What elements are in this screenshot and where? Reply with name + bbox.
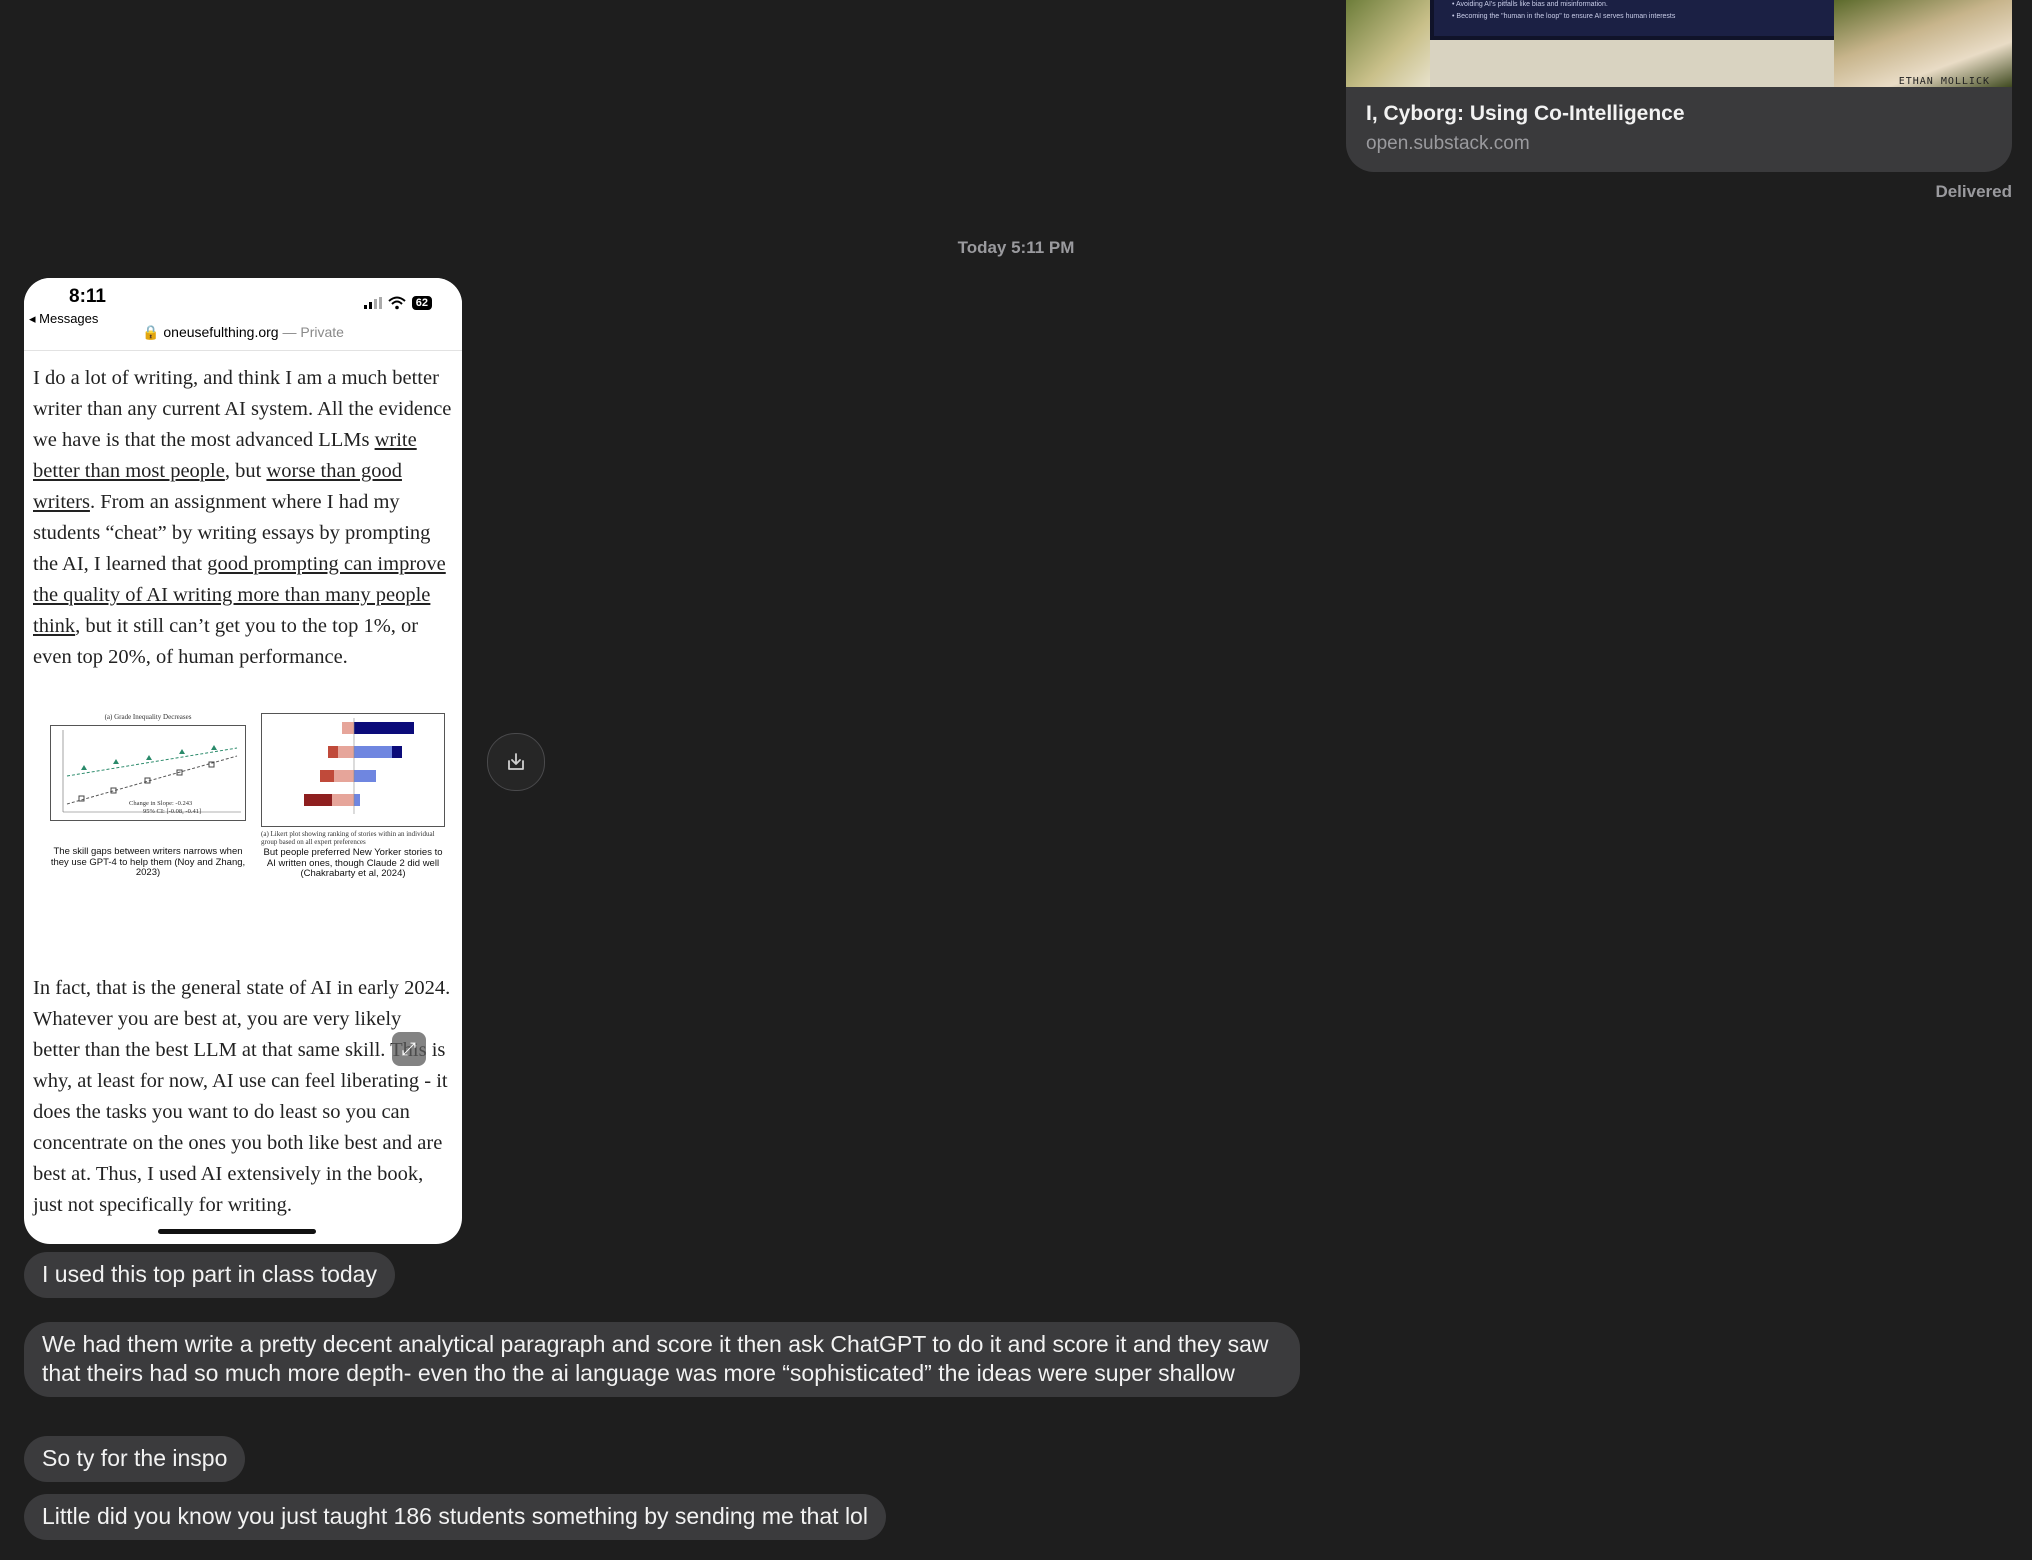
message-timestamp: Today 5:11 PM [957, 238, 1075, 257]
link-title: I, Cyborg: Using Co-Intelligence [1366, 102, 1685, 125]
message-bubble[interactable]: Little did you know you just taught 186 … [24, 1494, 886, 1540]
ci-label: 95% CI: [-0.08, -0.41] [143, 808, 202, 815]
wifi-icon [388, 296, 406, 310]
screenshot-attachment[interactable]: 8:11 ◂ Messages 62 🔒 oneusefulthing.org … [24, 278, 462, 1244]
figure-grade-inequality: (a) Grade Inequality Decreases Change in… [50, 713, 246, 879]
figure-subcaption: (a) Likert plot showing ranking of stori… [261, 830, 435, 846]
link-preview-bubble[interactable]: • Avoiding AI's pitfalls like bias and m… [1346, 0, 2012, 172]
phone-status-icons: 62 [363, 296, 432, 310]
lock-icon: 🔒 [142, 324, 160, 340]
article-content: I do a lot of writing, and think I am a … [24, 351, 462, 1221]
message-bubble[interactable]: So ty for the inspo [24, 1436, 246, 1482]
home-indicator [158, 1229, 316, 1234]
url-domain: oneusefulthing.org [163, 324, 279, 340]
article-paragraph: I do a lot of writing, and think I am a … [33, 363, 453, 673]
likert-plot [261, 713, 445, 827]
phone-status-bar: 8:11 ◂ Messages 62 🔒 oneusefulthing.org … [24, 278, 462, 351]
message-bubble[interactable]: I used this top part in class today [24, 1252, 395, 1298]
figure-title: (a) Grade Inequality Decreases [104, 713, 192, 721]
delivered-status: Delivered [1935, 182, 2012, 201]
figure-likert: (a) Likert plot showing ranking of stori… [261, 713, 445, 880]
text-run: , but [224, 460, 267, 482]
url-private: — Private [278, 324, 344, 340]
expand-icon[interactable]: ⤢ [392, 1032, 426, 1066]
figure-caption: But people preferred New Yorker stories … [263, 847, 443, 879]
save-attachment-button[interactable] [487, 733, 545, 791]
battery-icon: 62 [411, 296, 432, 310]
link-domain: open.substack.com [1366, 133, 1530, 154]
text-run: , but it still can’t get you to the top … [33, 615, 419, 668]
likert-plot-graphic [304, 718, 414, 814]
slide-bullet: • Avoiding AI's pitfalls like bias and m… [1452, 1, 1608, 8]
slide-bullet: • Becoming the "human in the loop" to en… [1452, 13, 1676, 20]
thumbnail-author: ETHAN MOLLICK [1898, 76, 1990, 87]
article-paragraph: In fact, that is the general state of AI… [33, 977, 451, 1216]
message-bubble[interactable]: We had them write a pretty decent analyt… [24, 1322, 1300, 1397]
figure-caption: The skill gaps between writers narrows w… [50, 846, 246, 878]
download-icon [508, 753, 524, 770]
thumbnail-decoration [1346, 0, 1430, 87]
article-figures: (a) Grade Inequality Decreases Change in… [33, 699, 453, 947]
browser-url: 🔒 oneusefulthing.org — Private [24, 324, 462, 341]
phone-time: 8:11 [69, 286, 106, 307]
scatter-plot: Change in Slope: -0.243 95% CI: [-0.08, … [50, 725, 246, 821]
thumbnail-photo: ETHAN MOLLICK [1834, 0, 2012, 87]
thumbnail-slide: • Avoiding AI's pitfalls like bias and m… [1430, 0, 1852, 40]
signal-icon [363, 297, 382, 309]
link-preview-thumbnail: • Avoiding AI's pitfalls like bias and m… [1346, 0, 2012, 87]
